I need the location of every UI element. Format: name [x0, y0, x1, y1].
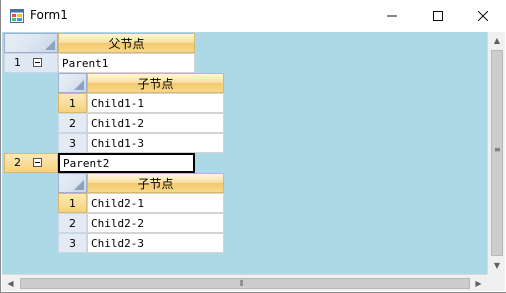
grip-icon: ⦀: [240, 279, 244, 288]
form-window: Form1 父节点 1 Parent1 子节点 1 Child1-1 2 Chi…: [0, 0, 506, 293]
parent-cell-1[interactable]: Parent1: [58, 53, 195, 73]
child-grid-corner-2[interactable]: [58, 173, 87, 193]
horizontal-scroll-thumb[interactable]: ⦀: [20, 278, 470, 289]
minimize-icon: [387, 15, 397, 17]
parent-row-number: 2: [14, 156, 21, 169]
select-all-triangle-icon: [45, 40, 55, 50]
child-grid-corner-1[interactable]: [58, 73, 87, 93]
child-cell[interactable]: Child2-3: [87, 233, 224, 253]
parent-cell-2[interactable]: Parent2: [58, 153, 195, 173]
child-row-header[interactable]: 3: [58, 233, 87, 253]
close-button[interactable]: [460, 0, 506, 32]
child-cell[interactable]: Child2-2: [87, 213, 224, 233]
parent-row-header-2[interactable]: [4, 153, 58, 173]
maximize-icon: [433, 11, 443, 21]
vertical-scrollbar[interactable]: ▲ ≡ ▼: [487, 32, 505, 274]
minimize-button[interactable]: [369, 0, 415, 32]
child-cell[interactable]: Child2-1: [87, 193, 224, 213]
parent-row-header-1[interactable]: [4, 53, 58, 73]
child-column-header-2[interactable]: 子节点: [87, 173, 224, 193]
child-cell[interactable]: Child1-3: [87, 133, 224, 153]
child-cell[interactable]: Child1-1: [87, 93, 224, 113]
window-title: Form1: [30, 8, 68, 22]
child-row-header[interactable]: 2: [58, 213, 87, 233]
select-all-triangle-icon: [74, 80, 84, 90]
child-row-header[interactable]: 1: [58, 93, 87, 113]
close-icon: [478, 11, 488, 21]
scroll-down-arrow-icon[interactable]: ▼: [488, 257, 505, 274]
scrollbar-corner: [487, 274, 505, 291]
horizontal-scrollbar[interactable]: ◀ ⦀ ▶: [2, 274, 487, 291]
scroll-right-arrow-icon[interactable]: ▶: [470, 275, 487, 291]
scroll-left-arrow-icon[interactable]: ◀: [2, 275, 19, 291]
windows-form-icon: [10, 9, 24, 23]
parent-grid-corner[interactable]: [4, 33, 58, 53]
vertical-scroll-thumb[interactable]: ≡: [491, 50, 503, 256]
collapse-toggle-icon[interactable]: [33, 58, 42, 67]
child-row-header[interactable]: 3: [58, 133, 87, 153]
scroll-up-arrow-icon[interactable]: ▲: [488, 32, 505, 49]
child-column-header-1[interactable]: 子节点: [87, 73, 224, 93]
hierarchical-grid[interactable]: 父节点 1 Parent1 子节点 1 Child1-1 2 Child1-2 …: [2, 32, 505, 291]
parent-row-number: 1: [14, 56, 21, 69]
maximize-button[interactable]: [415, 0, 461, 32]
child-row-header[interactable]: 2: [58, 113, 87, 133]
parent-column-header[interactable]: 父节点: [58, 33, 195, 53]
grip-icon: ≡: [494, 145, 501, 154]
child-cell[interactable]: Child1-2: [87, 113, 224, 133]
collapse-toggle-icon[interactable]: [33, 158, 42, 167]
child-row-header[interactable]: 1: [58, 193, 87, 213]
select-all-triangle-icon: [74, 180, 84, 190]
title-bar[interactable]: Form1: [1, 0, 506, 32]
